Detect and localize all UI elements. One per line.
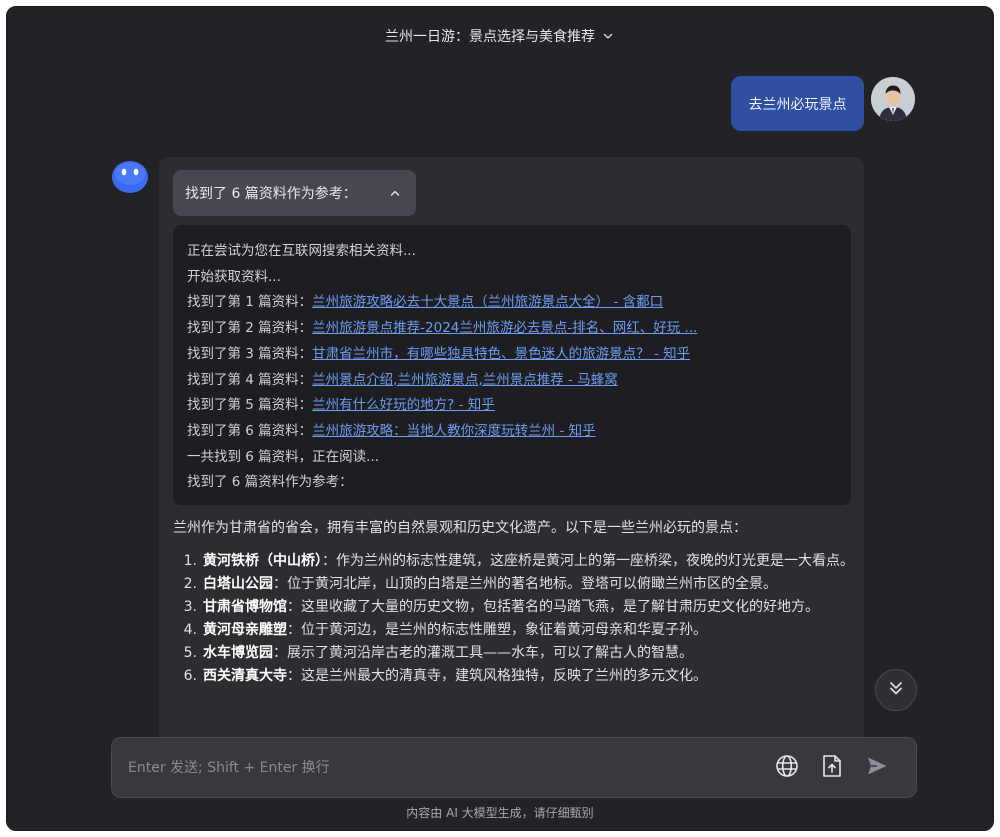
attraction-title: 黄河铁桥（中山桥） bbox=[203, 553, 322, 569]
log-searching: 正在尝试为您在互联网搜索相关资料... bbox=[187, 243, 416, 259]
reference-link-5[interactable]: 兰州有什么好玩的地方? - 知乎 bbox=[312, 397, 495, 413]
send-icon bbox=[866, 755, 888, 781]
send-button[interactable] bbox=[863, 754, 891, 782]
chevron-down-icon bbox=[601, 29, 615, 43]
attraction-list: 1. 黄河铁桥（中山桥）：作为兰州的标志性建筑，这座桥是黄河上的第一座桥梁，夜晚的… bbox=[173, 550, 857, 688]
conversation-title: 兰州一日游：景点选择与美食推荐 bbox=[385, 29, 595, 45]
attraction-title: 甘肃省博物馆 bbox=[203, 599, 287, 615]
double-chevron-down-icon bbox=[887, 679, 905, 701]
ai-disclaimer: 内容由 AI 大模型生成，请仔细甄别 bbox=[406, 806, 594, 820]
reference-item: 找到了第 6 篇资料：兰州旅游攻略：当地人教你深度玩转兰州 - 知乎 bbox=[187, 422, 596, 439]
upload-file-button[interactable] bbox=[818, 754, 846, 782]
attraction-title: 黄河母亲雕塑 bbox=[203, 622, 287, 638]
conversation-title-dropdown[interactable]: 兰州一日游：景点选择与美食推荐 bbox=[7, 25, 993, 47]
reference-link-4[interactable]: 兰州景点介绍,兰州旅游景点,兰州景点推荐 - 马蜂窝 bbox=[312, 372, 618, 388]
message-input[interactable] bbox=[128, 756, 748, 780]
reference-link-6[interactable]: 兰州旅游攻略：当地人教你深度玩转兰州 - 知乎 bbox=[312, 423, 595, 439]
log-start: 开始获取资料... bbox=[187, 268, 281, 285]
list-item: 3. 甘肃省博物馆：这里收藏了大量的历史文物，包括著名的马踏飞燕，是了解甘肃历史文… bbox=[183, 599, 819, 615]
references-toggle-button[interactable]: 找到了 6 篇资料作为参考： bbox=[173, 170, 416, 216]
references-log: 正在尝试为您在互联网搜索相关资料... 开始获取资料... 找到了第 1 篇资料… bbox=[173, 225, 851, 505]
reference-link-1[interactable]: 兰州旅游攻略必去十大景点（兰州旅游景点大全） - 含鄱口 bbox=[312, 294, 663, 310]
upload-file-icon bbox=[821, 754, 843, 782]
web-search-button[interactable] bbox=[773, 754, 801, 782]
reference-item: 找到了第 3 篇资料：甘肃省兰州市，有哪些独具特色、景色迷人的旅游景点？ - 知… bbox=[187, 345, 691, 362]
list-item: 4. 黄河母亲雕塑：位于黄河边，是兰州的标志性雕塑，象征着黄河母亲和华夏子孙。 bbox=[183, 622, 707, 638]
user-message-bubble: 去兰州必玩景点 bbox=[731, 76, 864, 131]
message-composer bbox=[111, 737, 917, 798]
references-toggle-label: 找到了 6 篇资料作为参考： bbox=[185, 186, 357, 202]
answer-intro: 兰州作为甘肃省的省会，拥有丰富的自然景观和历史文化遗产。以下是一些兰州必玩的景点… bbox=[173, 520, 747, 536]
list-item: 6. 西关清真大寺：这是兰州最大的清真寺，建筑风格独特，反映了兰州的多元文化。 bbox=[183, 668, 707, 684]
list-item: 5. 水车博览园：展示了黄河沿岸古老的灌溉工具——水车，可以了解古人的智慧。 bbox=[183, 645, 693, 661]
user-message-text: 去兰州必玩景点 bbox=[748, 96, 847, 113]
chat-window: 兰州一日游：景点选择与美食推荐 去兰州必玩景点 找到了 6 篇资料作为参考： 正… bbox=[6, 6, 994, 831]
chevron-up-icon bbox=[388, 186, 402, 200]
attraction-title: 西关清真大寺 bbox=[203, 668, 287, 684]
reference-item: 找到了第 1 篇资料：兰州旅游攻略必去十大景点（兰州旅游景点大全） - 含鄱口 bbox=[187, 294, 664, 311]
user-avatar bbox=[871, 77, 915, 121]
reference-link-2[interactable]: 兰州旅游景点推荐-2024兰州旅游必去景点-排名、网红、好玩 ... bbox=[312, 320, 697, 336]
list-item: 2. 白塔山公园：位于黄河北岸，山顶的白塔是兰州的著名地标。登塔可以俯瞰兰州市区的… bbox=[183, 576, 777, 592]
answer-body: 兰州作为甘肃省的省会，拥有丰富的自然景观和历史文化遗产。以下是一些兰州必玩的景点… bbox=[173, 517, 857, 688]
reference-link-3[interactable]: 甘肃省兰州市，有哪些独具特色、景色迷人的旅游景点？ - 知乎 bbox=[312, 346, 690, 362]
log-done: 找到了 6 篇资料作为参考： bbox=[187, 474, 353, 491]
assistant-message: 找到了 6 篇资料作为参考： 正在尝试为您在互联网搜索相关资料... 开始获取资… bbox=[159, 157, 864, 757]
assistant-avatar-icon bbox=[111, 157, 149, 195]
log-reading: 一共找到 6 篇资料，正在阅读... bbox=[187, 448, 380, 465]
scroll-to-bottom-button[interactable] bbox=[875, 669, 917, 711]
reference-item: 找到了第 5 篇资料：兰州有什么好玩的地方? - 知乎 bbox=[187, 397, 495, 414]
globe-icon bbox=[775, 754, 799, 782]
list-item: 1. 黄河铁桥（中山桥）：作为兰州的标志性建筑，这座桥是黄河上的第一座桥梁，夜晚的… bbox=[183, 553, 854, 569]
reference-item: 找到了第 2 篇资料：兰州旅游景点推荐-2024兰州旅游必去景点-排名、网红、好… bbox=[187, 320, 698, 337]
attraction-title: 白塔山公园 bbox=[203, 576, 273, 592]
reference-item: 找到了第 4 篇资料：兰州景点介绍,兰州旅游景点,兰州景点推荐 - 马蜂窝 bbox=[187, 371, 618, 388]
attraction-title: 水车博览园 bbox=[203, 645, 273, 661]
